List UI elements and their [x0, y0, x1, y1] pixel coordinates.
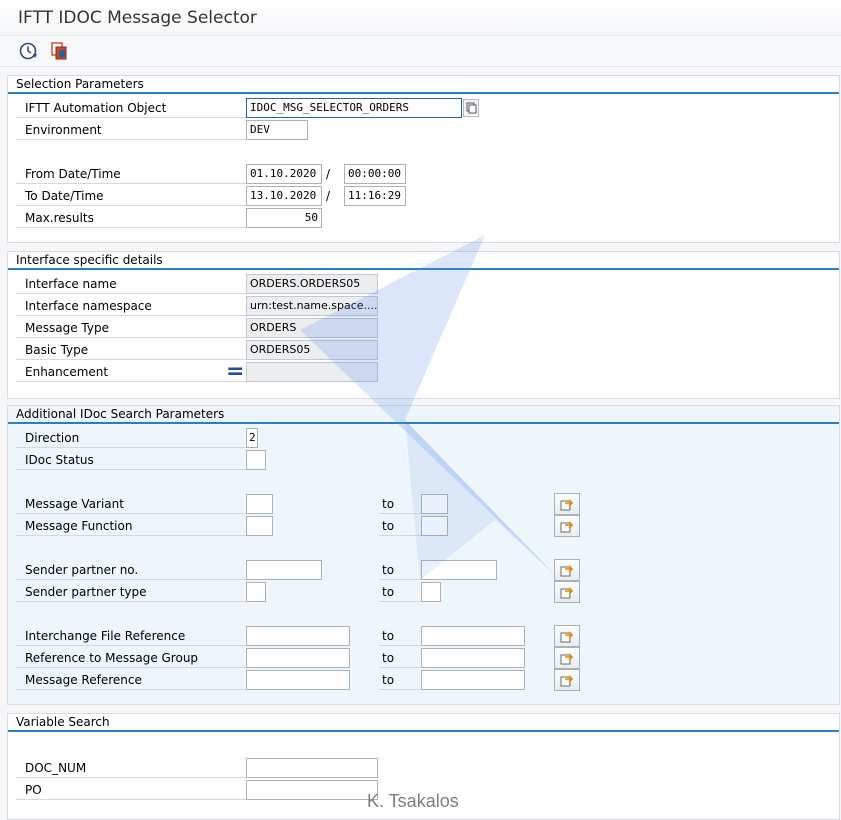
copy-variant-icon — [51, 42, 67, 60]
value-help-icon — [466, 102, 477, 114]
direction-input[interactable]: 2 — [246, 428, 258, 448]
date-time-separator: / — [326, 189, 331, 203]
sender-partner-type-label: Sender partner type — [16, 582, 246, 602]
group-title: Selection Parameters — [16, 77, 144, 91]
range-to-label: to — [379, 560, 421, 580]
message-variant-from-input[interactable] — [246, 494, 273, 514]
ref-message-group-label: Reference to Message Group — [16, 648, 246, 668]
page-title: IFTT IDOC Message Selector — [18, 8, 257, 28]
group-divider — [8, 268, 839, 270]
message-type-field: ORDERS — [246, 318, 378, 338]
execute-button[interactable] — [16, 39, 40, 63]
sender-partner-type-to-input[interactable] — [421, 582, 441, 602]
selection-parameters-group: Selection Parameters IFTT Automation Obj… — [7, 75, 840, 243]
enhancement-label: Enhancement — [16, 362, 246, 382]
multiple-selection-icon — [560, 499, 574, 511]
multiple-selection-icon — [560, 631, 574, 643]
title-bar: IFTT IDOC Message Selector — [0, 0, 841, 36]
idoc-status-label: IDoc Status — [16, 450, 246, 470]
execute-clock-icon — [19, 42, 37, 60]
interface-details-group: Interface specific details Interface nam… — [7, 251, 840, 399]
range-to-label: to — [379, 494, 421, 514]
idoc-search-group: Additional IDoc Search Parameters Direct… — [7, 405, 840, 705]
automation-object-input[interactable]: IDOC_MSG_SELECTOR_ORDERS — [246, 98, 462, 118]
message-variant-label: Message Variant — [16, 494, 246, 514]
multiple-selection-icon — [560, 675, 574, 687]
po-label: PO — [16, 780, 246, 800]
idoc-status-input[interactable] — [246, 450, 266, 470]
interface-namespace-label: Interface namespace — [16, 296, 246, 316]
message-function-to-input[interactable] — [421, 516, 448, 536]
interchange-file-ref-from-input[interactable] — [246, 626, 350, 646]
date-time-separator: / — [326, 167, 331, 181]
message-reference-label: Message Reference — [16, 670, 246, 690]
ref-message-group-to-input[interactable] — [421, 648, 525, 668]
environment-input[interactable]: DEV — [246, 120, 308, 140]
group-divider — [8, 422, 839, 424]
interchange-file-ref-label: Interchange File Reference — [16, 626, 246, 646]
direction-label: Direction — [16, 428, 246, 448]
to-datetime-label: To Date/Time — [16, 186, 246, 206]
range-to-label: to — [379, 582, 421, 602]
automation-object-label: IFTT Automation Object — [16, 98, 246, 118]
message-function-from-input[interactable] — [246, 516, 273, 536]
ref-message-group-from-input[interactable] — [246, 648, 350, 668]
doc-num-label: DOC_NUM — [16, 758, 246, 778]
range-to-label: to — [379, 626, 421, 646]
to-date-input[interactable]: 13.10.2020 — [246, 186, 322, 206]
multiple-selection-button[interactable] — [554, 559, 580, 581]
sender-partner-no-from-input[interactable] — [246, 560, 322, 580]
sender-partner-no-to-input[interactable] — [421, 560, 497, 580]
multiple-selection-icon — [560, 521, 574, 533]
interface-name-label: Interface name — [16, 274, 246, 294]
group-divider — [8, 730, 839, 732]
multiple-selection-icon — [560, 587, 574, 599]
interchange-file-ref-to-input[interactable] — [421, 626, 525, 646]
message-variant-to-input[interactable] — [421, 494, 448, 514]
message-function-label: Message Function — [16, 516, 246, 536]
get-variant-button[interactable] — [48, 39, 72, 63]
message-reference-to-input[interactable] — [421, 670, 525, 690]
group-title: Interface specific details — [16, 253, 163, 267]
multiple-selection-button[interactable] — [554, 625, 580, 647]
range-to-label: to — [379, 670, 421, 690]
equals-option-icon[interactable]: = — [226, 361, 244, 383]
sender-partner-type-from-input[interactable] — [246, 582, 266, 602]
to-time-input[interactable]: 11:16:29 — [344, 186, 406, 206]
multiple-selection-icon — [560, 565, 574, 577]
from-time-input[interactable]: 00:00:00 — [344, 164, 406, 184]
sender-partner-no-label: Sender partner no. — [16, 560, 246, 580]
doc-num-input[interactable] — [246, 758, 378, 778]
application-toolbar — [0, 36, 841, 67]
multiple-selection-button[interactable] — [554, 493, 580, 515]
environment-label: Environment — [16, 120, 246, 140]
group-title: Variable Search — [16, 715, 110, 729]
max-results-input[interactable]: 50 — [246, 208, 322, 228]
f4-help-button[interactable] — [463, 99, 479, 117]
multiple-selection-button[interactable] — [554, 647, 580, 669]
max-results-label: Max.results — [16, 208, 246, 228]
multiple-selection-button[interactable] — [554, 581, 580, 603]
basic-type-label: Basic Type — [16, 340, 246, 360]
group-title: Additional IDoc Search Parameters — [16, 407, 225, 421]
interface-name-field: ORDERS.ORDERS05 — [246, 274, 378, 294]
multiple-selection-icon — [560, 653, 574, 665]
basic-type-field: ORDERS05 — [246, 340, 378, 360]
interface-namespace-field: urn:test.name.space.... — [246, 296, 378, 316]
group-divider — [8, 92, 839, 94]
multiple-selection-button[interactable] — [554, 669, 580, 691]
range-to-label: to — [379, 648, 421, 668]
watermark-text: K. Tsakalos — [367, 791, 459, 811]
po-input[interactable] — [246, 780, 378, 800]
from-date-input[interactable]: 01.10.2020 — [246, 164, 322, 184]
multiple-selection-button[interactable] — [554, 515, 580, 537]
message-type-label: Message Type — [16, 318, 246, 338]
message-reference-from-input[interactable] — [246, 670, 350, 690]
from-datetime-label: From Date/Time — [16, 164, 246, 184]
range-to-label: to — [379, 516, 421, 536]
enhancement-field — [246, 362, 378, 382]
